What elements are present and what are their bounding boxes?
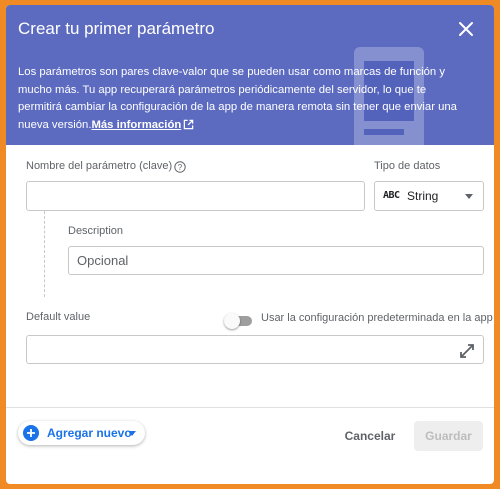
add-circle-icon <box>23 425 39 441</box>
open-in-new-icon[interactable] <box>183 119 194 130</box>
dialog-description: Los parámetros son pares clave-valor que… <box>18 64 458 134</box>
dialog-header: Crear tu primer parámetro Los parámetros… <box>6 5 494 145</box>
learn-more-link[interactable]: Más información <box>91 119 181 131</box>
param-name-label: Nombre del parámetro (clave) <box>26 160 173 172</box>
toggle-knob <box>224 313 240 329</box>
dialog-title: Crear tu primer parámetro <box>18 19 215 38</box>
svg-text:?: ? <box>178 163 183 172</box>
close-icon[interactable] <box>456 19 476 39</box>
string-type-icon: ABC <box>383 190 400 201</box>
data-type-select[interactable]: ABC String <box>374 181 484 211</box>
create-parameter-dialog: Crear tu primer parámetro Los parámetros… <box>6 5 494 484</box>
expand-icon[interactable] <box>458 342 476 360</box>
default-value-label: Default value <box>26 311 91 323</box>
save-button[interactable]: Guardar <box>414 421 483 451</box>
cancel-button[interactable]: Cancelar <box>340 422 400 450</box>
add-dropdown-arrow-icon <box>128 431 136 436</box>
add-new-label: Agregar nuevo <box>47 426 132 440</box>
data-type-value: String <box>407 189 439 203</box>
nesting-guide-line <box>44 211 45 297</box>
dropdown-arrow-icon <box>465 194 473 199</box>
default-value-field[interactable] <box>26 335 484 364</box>
footer-divider <box>6 407 494 408</box>
help-icon[interactable]: ? <box>174 161 186 173</box>
description-label: Description <box>68 225 124 237</box>
param-name-field[interactable] <box>26 181 365 211</box>
default-value-input[interactable] <box>27 336 483 363</box>
data-type-label: Tipo de datos <box>374 160 441 172</box>
description-field[interactable] <box>68 246 484 275</box>
description-text: Los parámetros son pares clave-valor que… <box>18 66 457 131</box>
use-default-toggle[interactable] <box>224 313 254 329</box>
add-new-button[interactable]: Agregar nuevo <box>18 421 145 445</box>
description-input[interactable] <box>69 247 483 274</box>
use-default-toggle-label: Usar la configuración predeterminada en … <box>261 312 493 324</box>
param-name-input[interactable] <box>27 182 364 210</box>
